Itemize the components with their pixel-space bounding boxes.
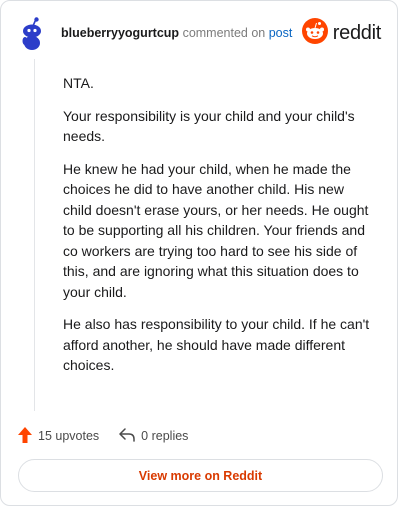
comment-paragraph: He also has responsibility to your child… xyxy=(63,316,370,373)
comment-header: blueberryyogurtcup commented on post red… xyxy=(17,17,381,51)
reply-arrow-icon xyxy=(119,427,135,445)
upvote-arrow-icon xyxy=(18,426,32,446)
comment-meta: blueberryyogurtcup commented on post xyxy=(61,26,292,40)
reddit-logo[interactable]: reddit xyxy=(301,17,382,49)
upvotes-count: 15 upvotes xyxy=(38,429,100,443)
comment-paragraph: He knew he had your child, when he made … xyxy=(63,160,369,300)
replies-count: 0 replies xyxy=(141,429,189,443)
comment-body: NTA. Your responsibility is your child a… xyxy=(63,73,373,388)
snoo-avatar-icon[interactable] xyxy=(19,17,47,51)
reddit-logo-icon xyxy=(301,17,328,49)
thread-line xyxy=(34,59,35,411)
reddit-wordmark: reddit xyxy=(332,21,382,44)
comment-paragraph: NTA. xyxy=(63,75,94,91)
post-link[interactable]: post xyxy=(269,26,293,40)
view-more-button[interactable]: View more on Reddit xyxy=(18,459,383,492)
comment-footer: 15 upvotes 0 replies xyxy=(18,426,208,446)
upvotes-button[interactable]: 15 upvotes xyxy=(18,426,100,446)
commented-on-text: commented on xyxy=(182,26,266,40)
replies-button[interactable]: 0 replies xyxy=(119,427,189,445)
username-link[interactable]: blueberryyogurtcup xyxy=(61,26,179,40)
comment-embed-card: blueberryyogurtcup commented on post red… xyxy=(0,0,398,506)
comment-paragraph: Your responsibility is your child and yo… xyxy=(63,107,355,145)
